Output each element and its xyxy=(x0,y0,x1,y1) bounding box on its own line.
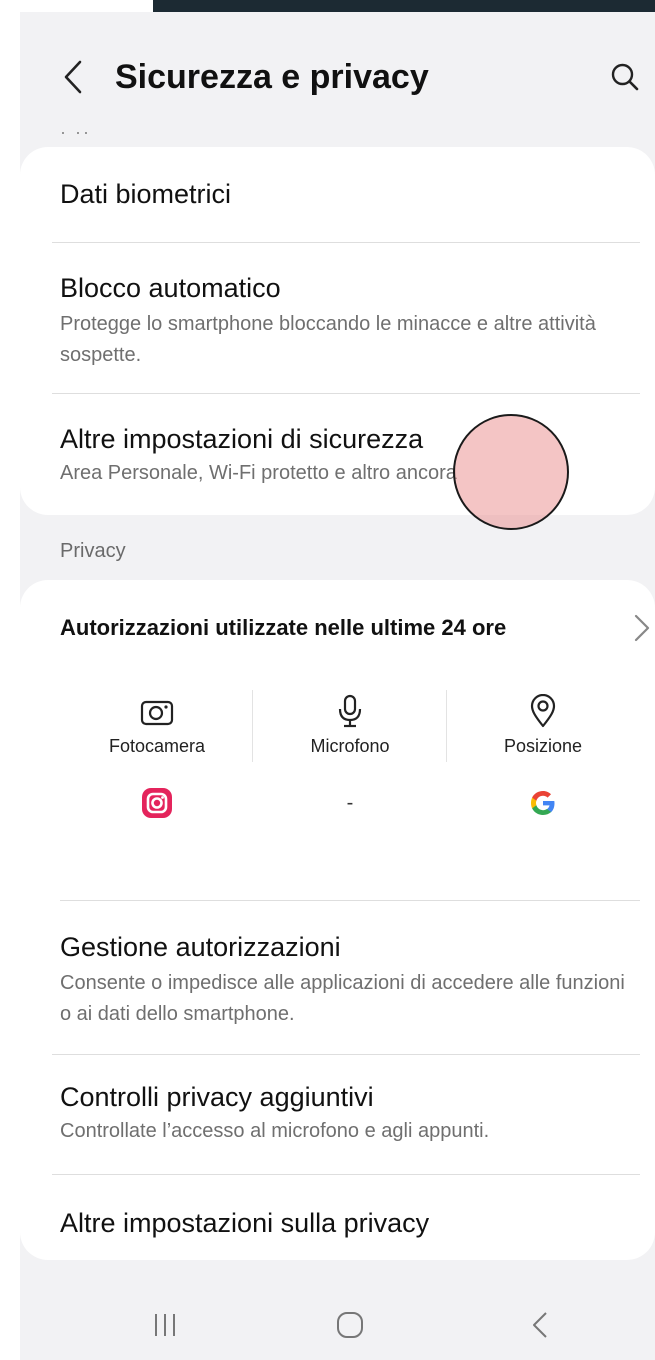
item-subtitle: Consente o impedisce alle applicazioni d… xyxy=(60,972,625,1025)
system-navigation-bar xyxy=(20,1290,655,1360)
auto-block-item[interactable]: Blocco automatico Protegge lo smartphone… xyxy=(60,271,640,371)
permission-microphone[interactable]: Microfono - xyxy=(253,692,447,819)
chevron-left-icon xyxy=(64,60,82,94)
divider xyxy=(60,900,640,901)
home-icon xyxy=(337,1312,363,1338)
item-subtitle: Protegge lo smartphone bloccando le mina… xyxy=(60,313,596,366)
item-title: Altre impostazioni sulla privacy xyxy=(60,1208,430,1238)
permission-label: Posizione xyxy=(503,736,583,756)
page-title: Sicurezza e privacy xyxy=(115,58,429,96)
permission-manager-item[interactable]: Gestione autorizzazioni Consente o imped… xyxy=(60,930,640,1030)
google-icon xyxy=(531,791,555,815)
permission-location[interactable]: Posizione xyxy=(446,692,640,819)
item-title: Gestione autorizzazioni xyxy=(60,932,341,962)
permissions-used-title: Autorizzazioni utilizzate nelle ultime 2… xyxy=(60,615,507,640)
settings-app: Sicurezza e privacy · ·· Dati biometrici… xyxy=(20,12,655,1360)
additional-privacy-controls-item[interactable]: Controlli privacy aggiuntivi Controllate… xyxy=(60,1080,640,1147)
nav-back-button[interactable] xyxy=(520,1308,560,1342)
permission-label: Microfono xyxy=(310,736,390,756)
item-title: Dati biometrici xyxy=(60,179,232,209)
item-subtitle: Controllate l’accesso al microfono e agl… xyxy=(60,1120,490,1142)
app-header: Sicurezza e privacy xyxy=(20,42,655,112)
status-strip xyxy=(153,0,655,12)
permission-camera[interactable]: Fotocamera xyxy=(60,692,254,819)
privacy-card: Autorizzazioni utilizzate nelle ultime 2… xyxy=(20,580,655,1260)
permission-label: Fotocamera xyxy=(108,736,206,756)
instagram-icon xyxy=(142,788,172,818)
divider xyxy=(52,242,640,243)
divider xyxy=(52,393,640,394)
biometrics-item[interactable]: Dati biometrici xyxy=(60,177,640,211)
item-title: Blocco automatico xyxy=(60,273,281,303)
location-pin-icon xyxy=(530,694,556,728)
other-privacy-settings-item[interactable]: Altre impostazioni sulla privacy xyxy=(60,1206,640,1240)
screen: Sicurezza e privacy · ·· Dati biometrici… xyxy=(0,0,655,1360)
chevron-right-icon xyxy=(634,614,650,642)
touch-indicator xyxy=(453,414,569,530)
no-app-placeholder: - xyxy=(346,791,354,814)
search-button[interactable] xyxy=(608,58,642,96)
divider xyxy=(52,1054,640,1055)
microphone-icon xyxy=(338,694,362,728)
back-button[interactable] xyxy=(56,58,90,96)
permissions-used-header[interactable]: Autorizzazioni utilizzate nelle ultime 2… xyxy=(60,608,650,648)
divider xyxy=(52,1174,640,1175)
search-icon xyxy=(611,63,639,91)
recent-apps-button[interactable] xyxy=(145,1308,185,1342)
scrolled-text-remnant: · ·· xyxy=(60,122,91,142)
section-label-privacy: Privacy xyxy=(60,540,126,562)
back-icon xyxy=(533,1312,547,1338)
recent-apps-icon xyxy=(155,1314,175,1336)
home-button[interactable] xyxy=(330,1308,370,1342)
item-title: Controlli privacy aggiuntivi xyxy=(60,1082,374,1112)
camera-icon xyxy=(140,700,174,726)
